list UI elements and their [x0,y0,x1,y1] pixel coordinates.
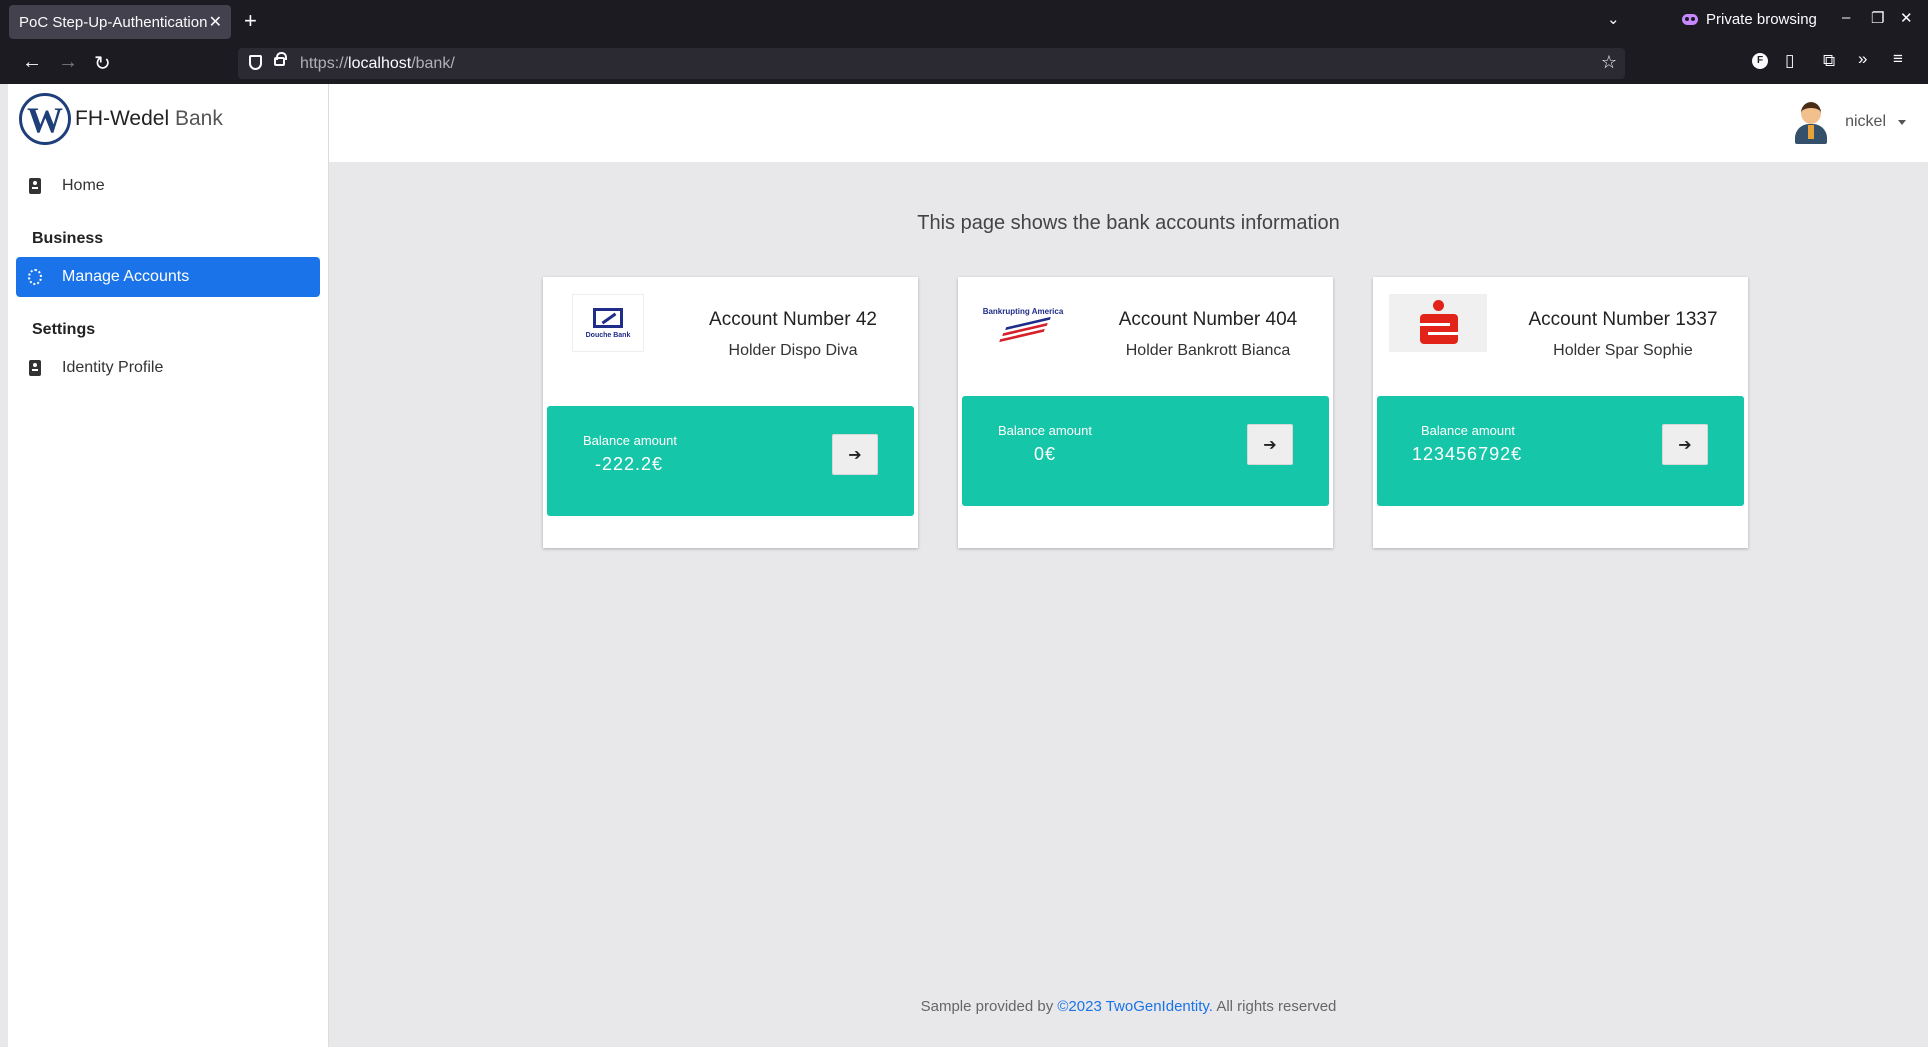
account-holder: Holder Spar Sophie [1553,342,1693,359]
bankrupting-america-logo: Bankrupting America [983,307,1063,342]
sidebar: W FH-Wedel Bank Home Business Manage Acc… [8,84,329,1047]
back-icon[interactable]: ← [22,51,42,74]
sidebar-item-label: Manage Accounts [62,268,190,285]
account-card: Douche Bank Account Number 42 Holder Dis… [543,277,918,548]
open-account-button[interactable]: ➔ [832,434,878,475]
url-text[interactable]: https://localhost/bank/ [300,55,455,73]
tracking-shield-icon[interactable] [249,55,262,70]
open-account-button[interactable]: ➔ [1662,424,1708,465]
arrow-right-icon: ➔ [848,446,862,464]
close-window-icon[interactable]: ✕ [1900,9,1913,27]
arrow-right-icon: ➔ [1678,436,1692,454]
extensions-icon[interactable]: ⧉ [1823,51,1835,71]
bookmark-star-icon[interactable]: ☆ [1601,52,1617,73]
tab-title: PoC Step-Up-Authentication [19,13,208,31]
brand-name: FH-Wedel Bank [75,107,223,130]
account-icon[interactable]: F [1752,53,1768,69]
caret-down-icon [1898,119,1906,125]
sparkasse-icon [1389,294,1487,352]
balance-label: Balance amount [1421,423,1515,438]
new-tab-button[interactable]: + [244,8,257,34]
reload-icon[interactable]: ↻ [94,51,111,76]
private-browsing-label: Private browsing [1706,11,1817,28]
username: nickel [1845,113,1886,130]
balance-panel: Balance amount 0€ ➔ [962,396,1329,506]
user-menu[interactable]: nickel [1791,100,1906,144]
bank-logo [1389,293,1487,353]
sidebar-item-manage-accounts[interactable]: Manage Accounts [16,257,320,297]
private-browsing-indicator: Private browsing [1682,11,1817,28]
account-card-header: Account Number 1337 Holder Spar Sophie [1373,277,1748,377]
balance-panel: Balance amount -222.2€ ➔ [547,406,914,516]
private-mask-icon [1682,14,1698,25]
sidebar-item-identity-profile[interactable]: Identity Profile [16,348,320,388]
balance-value: 0€ [1034,444,1057,464]
footer-prefix: Sample provided by [920,998,1054,1015]
browser-chrome: PoC Step-Up-Authentication ✕ + ⌄ Private… [0,0,1928,84]
account-card-header: Bankrupting America Account Number 404 H… [958,277,1333,377]
balance-panel: Balance amount 123456792€ ➔ [1377,396,1744,506]
document-icon [28,360,42,376]
browser-tab[interactable]: PoC Step-Up-Authentication ✕ [9,5,231,39]
account-card: Bankrupting America Account Number 404 H… [958,277,1333,548]
restore-icon[interactable]: ❐ [1871,9,1884,27]
reader-view-icon[interactable]: ▯ [1785,51,1794,71]
document-icon [28,178,42,194]
sidebar-item-label: Identity Profile [62,359,164,376]
account-number: Account Number 42 [709,309,877,330]
balance-value: -222.2€ [595,454,664,474]
balance-label: Balance amount [583,433,677,448]
account-card: Account Number 1337 Holder Spar Sophie B… [1373,277,1748,548]
arrow-right-icon: ➔ [1263,436,1277,454]
overflow-chevrons-icon[interactable]: » [1858,49,1867,69]
hamburger-menu-icon[interactable]: ≡ [1893,49,1903,69]
sidebar-section-settings: Settings [32,321,96,338]
account-number: Account Number 1337 [1528,309,1718,330]
balance-value: 123456792€ [1412,444,1523,464]
bank-logo: Douche Bank [563,293,653,353]
account-number: Account Number 404 [1118,309,1298,330]
avatar [1791,100,1831,144]
top-bar: nickel [329,84,1928,162]
nav-bar: ← → ↻ https://localhost/bank/ ☆ F ▯ ⧉ » … [0,43,1928,84]
page-title: This page shows the bank accounts inform… [917,212,1340,234]
minimize-icon[interactable]: – [1842,9,1850,26]
account-holder: Holder Dispo Diva [728,342,858,359]
lock-icon[interactable] [274,52,287,66]
close-tab-icon[interactable]: ✕ [209,12,222,32]
brand-logo: W [19,93,71,145]
douche-bank-logo: Douche Bank [572,294,644,352]
footer: Sample provided by ©2023 TwoGenIdentity.… [329,998,1928,1015]
sidebar-item-home[interactable]: Home [16,166,320,206]
open-account-button[interactable]: ➔ [1247,424,1293,465]
footer-suffix: All rights reserved [1216,998,1337,1015]
brand[interactable]: W FH-Wedel Bank [19,93,223,145]
account-holder: Holder Bankrott Bianca [1125,342,1291,359]
forward-icon[interactable]: → [58,51,78,74]
balance-label: Balance amount [998,423,1092,438]
sidebar-item-label: Home [62,177,105,194]
sidebar-section-business: Business [32,230,104,247]
chevron-down-icon[interactable]: ⌄ [1607,10,1620,28]
fingerprint-icon [28,269,42,285]
bank-logo: Bankrupting America [978,293,1068,353]
url-bar[interactable]: https://localhost/bank/ ☆ [238,48,1625,79]
account-card-header: Douche Bank Account Number 42 Holder Dis… [543,277,918,377]
footer-link[interactable]: ©2023 TwoGenIdentity. [1057,998,1213,1015]
tab-bar: PoC Step-Up-Authentication ✕ + ⌄ Private… [0,0,1928,43]
